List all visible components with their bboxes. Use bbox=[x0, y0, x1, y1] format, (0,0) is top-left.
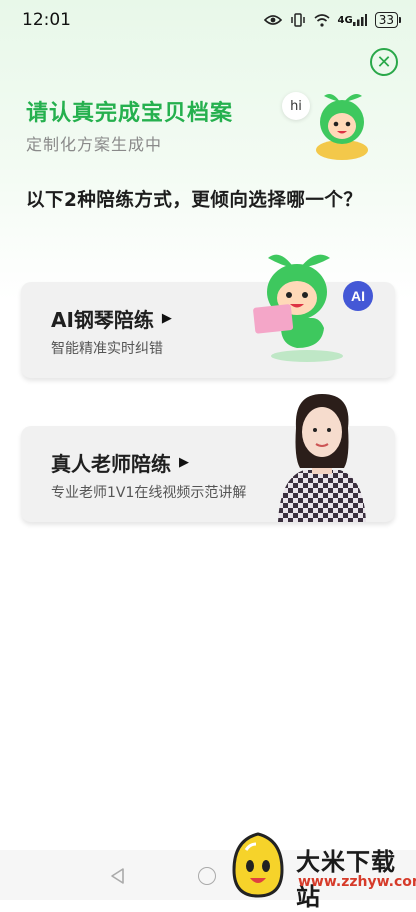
close-button[interactable]: ✕ bbox=[370, 48, 398, 76]
status-time: 12:01 bbox=[22, 10, 71, 30]
question-text: 以下2种陪练方式，更倾向选择哪一个？ bbox=[26, 190, 363, 211]
status-bar: 12:01 4G 33 bbox=[0, 0, 416, 40]
option-title: AI钢琴陪练 ▶ bbox=[51, 304, 172, 333]
option-description: 专业老师1V1在线视频示范讲解 bbox=[51, 485, 247, 501]
greeting-bubble: hi bbox=[282, 92, 310, 120]
play-arrow-icon: ▶ bbox=[161, 311, 172, 326]
network-type: 4G bbox=[337, 14, 353, 26]
wifi-icon bbox=[314, 13, 330, 27]
signal-icon: 4G bbox=[338, 14, 367, 26]
play-arrow-icon: ▶ bbox=[179, 455, 189, 470]
battery-icon: 33 bbox=[374, 12, 402, 28]
back-icon[interactable] bbox=[108, 866, 128, 886]
home-icon[interactable] bbox=[198, 867, 216, 885]
watermark-logo bbox=[232, 832, 284, 898]
page-title: 请认真完成宝贝档案 bbox=[26, 101, 234, 126]
watermark-url: www.zzhyw.com bbox=[298, 874, 416, 890]
option-title-text: AI钢琴陪练 bbox=[51, 308, 154, 332]
ai-badge-text: AI bbox=[351, 288, 365, 304]
teacher-photo bbox=[278, 394, 366, 522]
ai-mascot-illustration: AI bbox=[253, 254, 373, 362]
eye-icon bbox=[263, 14, 282, 26]
option-title: 真人老师陪练 ▶ bbox=[51, 448, 189, 477]
close-icon: ✕ bbox=[376, 51, 392, 73]
option-title-text: 真人老师陪练 bbox=[51, 452, 171, 476]
option-description: 智能精准实时纠错 bbox=[51, 341, 163, 357]
mascot-avatar bbox=[316, 94, 368, 160]
vibrate-icon bbox=[290, 13, 306, 27]
page-subtitle: 定制化方案生成中 bbox=[26, 135, 163, 154]
status-icons: 4G 33 bbox=[263, 12, 402, 28]
